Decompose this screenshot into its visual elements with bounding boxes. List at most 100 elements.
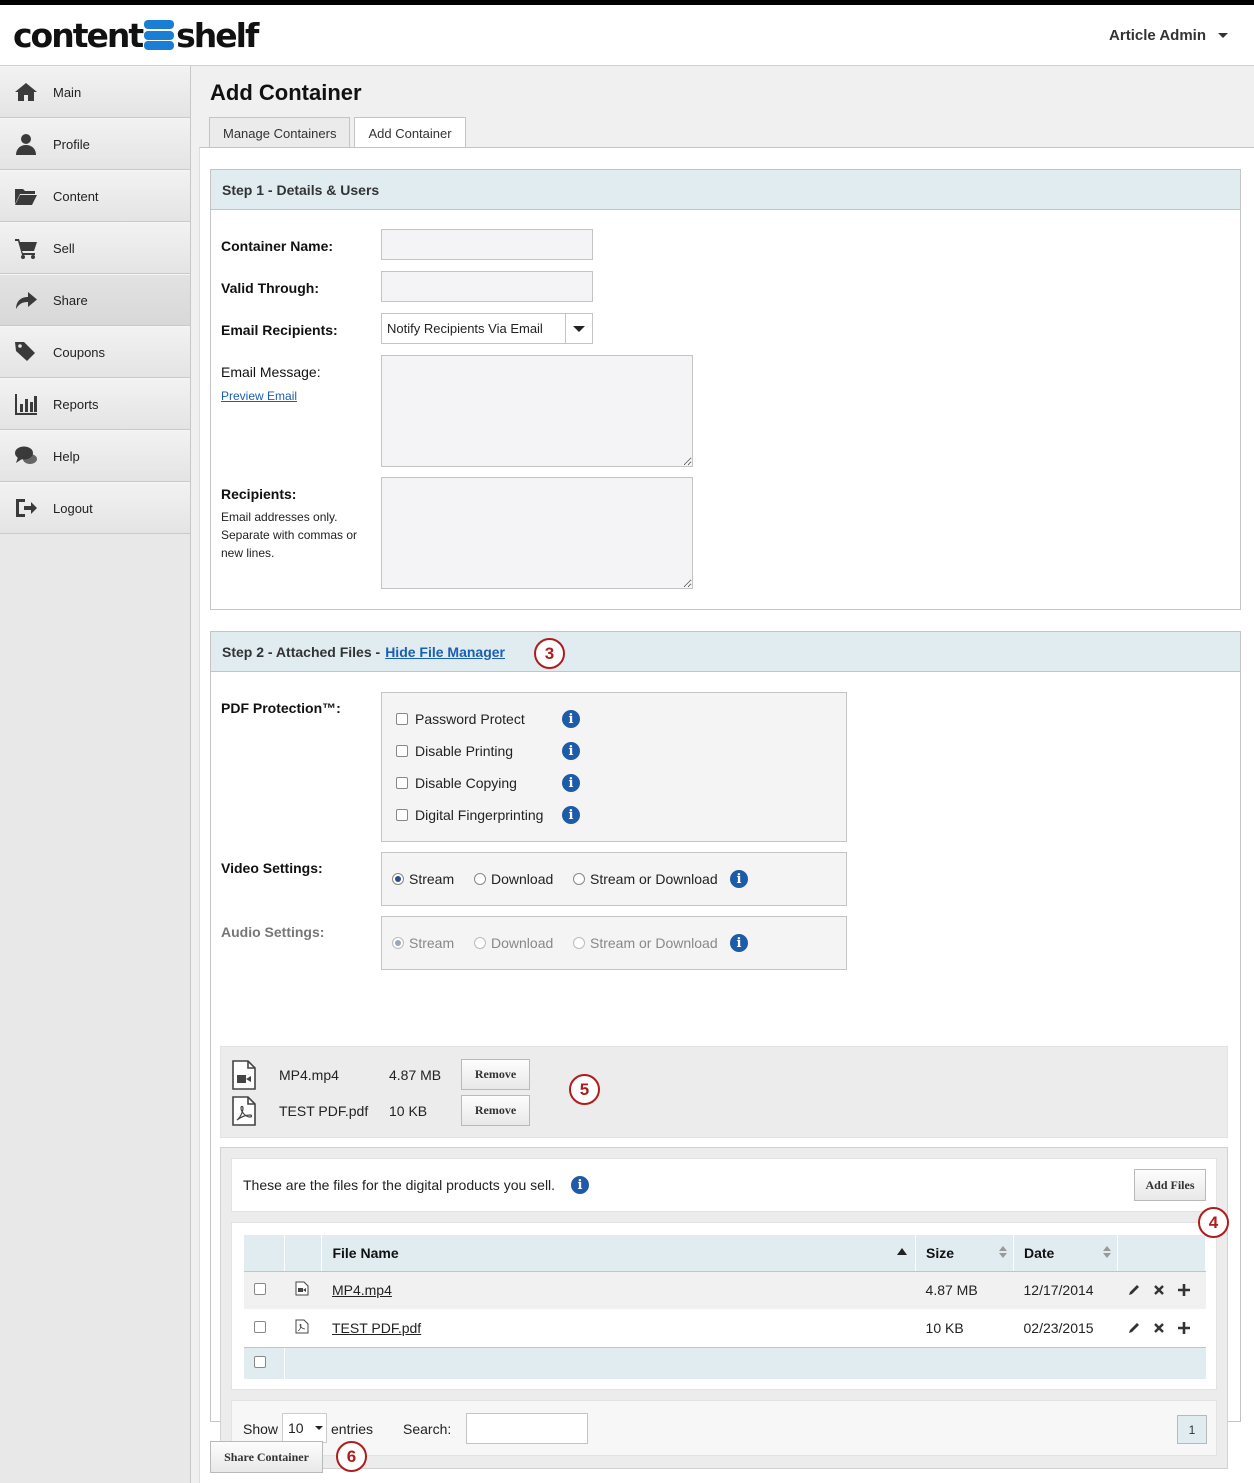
plus-icon[interactable] bbox=[1177, 1283, 1191, 1297]
sidebar-item-label: Reports bbox=[53, 396, 99, 412]
checkbox[interactable] bbox=[396, 713, 408, 725]
info-icon[interactable]: i bbox=[562, 742, 580, 760]
valid-through-input[interactable] bbox=[381, 271, 593, 302]
sidebar-item-main[interactable]: Main bbox=[0, 66, 190, 118]
pdf-option-disable-printing[interactable]: Disable Printing bbox=[396, 743, 513, 759]
file-date: 02/23/2015 bbox=[1023, 1319, 1094, 1336]
sidebar-item-logout[interactable]: Logout bbox=[0, 482, 190, 534]
email-message-label: Email Message: bbox=[221, 364, 321, 380]
pencil-icon[interactable] bbox=[1127, 1321, 1141, 1335]
column-header-date[interactable]: Date bbox=[1013, 1235, 1118, 1272]
info-icon[interactable]: i bbox=[562, 806, 580, 824]
file-size: 10 KB bbox=[925, 1319, 964, 1336]
file-name-link[interactable]: MP4.mp4 bbox=[332, 1282, 392, 1298]
audio-option-stream: Stream bbox=[392, 935, 454, 951]
table-controls: Show 10 entries Search: 1 bbox=[231, 1400, 1217, 1456]
checkbox[interactable] bbox=[396, 809, 408, 821]
sidebar-item-share[interactable]: Share bbox=[0, 274, 190, 326]
info-icon[interactable]: i bbox=[730, 934, 748, 952]
user-menu[interactable]: Article Admin bbox=[1109, 27, 1228, 44]
preview-email-link[interactable]: Preview Email bbox=[221, 389, 297, 403]
option-label: Stream bbox=[409, 935, 455, 951]
search-label: Search: bbox=[403, 1421, 452, 1437]
row-actions bbox=[1127, 1283, 1204, 1297]
plus-icon[interactable] bbox=[1177, 1321, 1191, 1335]
sidebar-item-label: Coupons bbox=[53, 344, 106, 360]
info-icon[interactable]: i bbox=[571, 1176, 589, 1194]
delete-icon[interactable] bbox=[1152, 1283, 1166, 1297]
bar-chart-icon bbox=[13, 391, 39, 417]
info-icon[interactable]: i bbox=[730, 870, 748, 888]
pdf-option-disable-copying[interactable]: Disable Copying bbox=[396, 775, 517, 791]
radio-selected[interactable] bbox=[392, 873, 404, 885]
file-table-container: File Name Size Date MP4.mp4 4.87 MB 12/1… bbox=[231, 1222, 1217, 1390]
entries-label: entries bbox=[331, 1421, 374, 1437]
pdf-protection-label: PDF Protection™: bbox=[221, 700, 341, 716]
logo-right-word: shelf bbox=[176, 15, 259, 55]
tab-manage-containers[interactable]: Manage Containers bbox=[209, 117, 351, 148]
radio[interactable] bbox=[474, 873, 486, 885]
tab-add-container[interactable]: Add Container bbox=[354, 117, 466, 149]
search-input[interactable] bbox=[466, 1413, 588, 1444]
valid-through-label: Valid Through: bbox=[221, 280, 319, 296]
radio-selected bbox=[392, 937, 404, 949]
recipients-textarea[interactable] bbox=[381, 477, 693, 589]
select-all-header bbox=[244, 1235, 286, 1272]
video-option-download[interactable]: Download bbox=[474, 871, 553, 887]
video-options-box: Stream Download Stream or Download i bbox=[381, 852, 847, 906]
video-option-stream[interactable]: Stream bbox=[392, 871, 454, 887]
hide-file-manager-link[interactable]: Hide File Manager bbox=[385, 644, 505, 660]
video-option-stream-or-download[interactable]: Stream or Download bbox=[573, 871, 718, 887]
pdf-options-box: Password Protect i Disable Printing i Di… bbox=[381, 692, 847, 842]
sidebar-item-reports[interactable]: Reports bbox=[0, 378, 190, 430]
pdf-option-fingerprinting[interactable]: Digital Fingerprinting bbox=[396, 807, 543, 823]
info-icon[interactable]: i bbox=[562, 710, 580, 728]
tags-icon bbox=[13, 339, 39, 365]
sidebar-item-label: Content bbox=[53, 188, 99, 204]
email-recipients-label: Email Recipients: bbox=[221, 322, 338, 338]
step1-heading: Step 1 - Details & Users bbox=[211, 170, 1240, 210]
sidebar-item-coupons[interactable]: Coupons bbox=[0, 326, 190, 378]
checkbox[interactable] bbox=[396, 777, 408, 789]
email-recipients-select[interactable]: Notify Recipients Via Email bbox=[381, 313, 593, 344]
remove-file-button[interactable]: Remove bbox=[461, 1095, 530, 1126]
add-files-button[interactable]: Add Files bbox=[1134, 1169, 1206, 1201]
user-icon bbox=[13, 131, 39, 157]
logo-mark-icon bbox=[144, 20, 175, 50]
share-container-button[interactable]: Share Container bbox=[210, 1441, 323, 1473]
option-label: Disable Printing bbox=[415, 743, 514, 759]
option-label: Password Protect bbox=[415, 711, 525, 727]
page-size-select[interactable]: 10 bbox=[282, 1413, 327, 1443]
cart-icon bbox=[13, 235, 39, 261]
select-all-checkbox[interactable] bbox=[254, 1356, 266, 1369]
remove-file-button[interactable]: Remove bbox=[461, 1059, 530, 1090]
sidebar-item-content[interactable]: Content bbox=[0, 170, 190, 222]
page-title: Add Container bbox=[210, 80, 362, 105]
sidebar-item-label: Logout bbox=[53, 500, 93, 516]
sidebar-item-help[interactable]: Help bbox=[0, 430, 190, 482]
delete-icon[interactable] bbox=[1152, 1321, 1166, 1335]
page-button[interactable]: 1 bbox=[1177, 1415, 1207, 1444]
file-name-link[interactable]: TEST PDF.pdf bbox=[332, 1320, 421, 1336]
logout-icon bbox=[13, 495, 39, 521]
tab-content: Step 1 - Details & Users Container Name:… bbox=[199, 147, 1254, 1483]
pencil-icon[interactable] bbox=[1127, 1283, 1141, 1297]
sidebar-item-profile[interactable]: Profile bbox=[0, 118, 190, 170]
radio[interactable] bbox=[573, 873, 585, 885]
show-label: Show bbox=[243, 1421, 279, 1437]
checkbox[interactable] bbox=[396, 745, 408, 757]
row-checkbox[interactable] bbox=[254, 1283, 266, 1296]
pdf-option-password[interactable]: Password Protect bbox=[396, 711, 525, 727]
audio-options-box: Stream Download Stream or Download i bbox=[381, 916, 847, 970]
logo[interactable]: content shelf bbox=[13, 15, 259, 55]
info-icon[interactable]: i bbox=[562, 774, 580, 792]
row-checkbox[interactable] bbox=[254, 1320, 266, 1333]
column-header-size[interactable]: Size bbox=[915, 1235, 1014, 1272]
column-header-file-name[interactable]: File Name bbox=[321, 1235, 917, 1272]
email-message-textarea[interactable] bbox=[381, 355, 693, 467]
sidebar-item-sell[interactable]: Sell bbox=[0, 222, 190, 274]
sidebar-item-label: Sell bbox=[53, 240, 75, 256]
container-name-input[interactable] bbox=[381, 229, 593, 260]
file-size: 4.87 MB bbox=[915, 1271, 1014, 1309]
callout-4: 4 bbox=[1198, 1207, 1229, 1238]
